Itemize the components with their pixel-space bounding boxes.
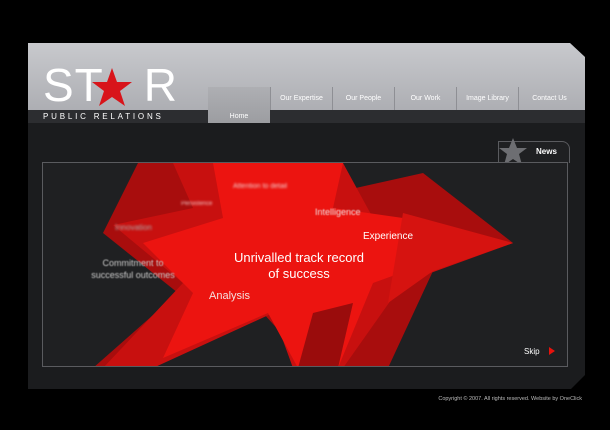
intro-headline-line2: of success xyxy=(268,266,330,281)
logo-tagline: PUBLIC RELATIONS xyxy=(43,112,164,121)
intro-headline-line1: Unrivalled track record xyxy=(233,250,365,265)
intro-animation-panel: Attention to detail Persistence Intellig… xyxy=(42,162,568,367)
nav-item-contact-us[interactable]: Contact Us xyxy=(518,87,580,110)
footer-copyright: Copyright © 2007. All rights reserved. W… xyxy=(438,396,582,402)
main-nav: Our Expertise Our People Our Work Image … xyxy=(208,87,580,110)
word-experience: Experience xyxy=(363,231,414,242)
play-arrow-icon[interactable] xyxy=(549,347,555,355)
word-innovation: Innovation xyxy=(115,223,152,232)
word-analysis: Analysis xyxy=(209,290,250,302)
skip-button[interactable]: Skip xyxy=(524,347,540,356)
word-persistence: Persistence xyxy=(181,201,213,207)
nav-item-our-expertise[interactable]: Our Expertise xyxy=(270,87,332,110)
news-link[interactable]: News xyxy=(536,147,557,156)
word-intelligence: Intelligence xyxy=(315,207,361,217)
word-commitment-line1: Commitment to xyxy=(102,258,164,268)
word-attention-to-detail: Attention to detail xyxy=(233,183,288,190)
word-commitment: Commitment to successful outcomes xyxy=(73,257,193,281)
site-frame: ST R PUBLIC RELATIONS Home Our Expertise … xyxy=(28,43,585,389)
word-commitment-line2: successful outcomes xyxy=(91,270,175,280)
nav-item-image-library[interactable]: Image Library xyxy=(456,87,518,110)
intro-headline: Unrivalled track record of success xyxy=(219,250,379,282)
nav-spacer-home xyxy=(208,87,270,110)
nav-item-our-people[interactable]: Our People xyxy=(332,87,394,110)
nav-item-home[interactable]: Home xyxy=(208,110,270,123)
logo-star-icon xyxy=(92,68,132,106)
nav-item-our-work[interactable]: Our Work xyxy=(394,87,456,110)
logo-text-right: R xyxy=(143,59,179,111)
